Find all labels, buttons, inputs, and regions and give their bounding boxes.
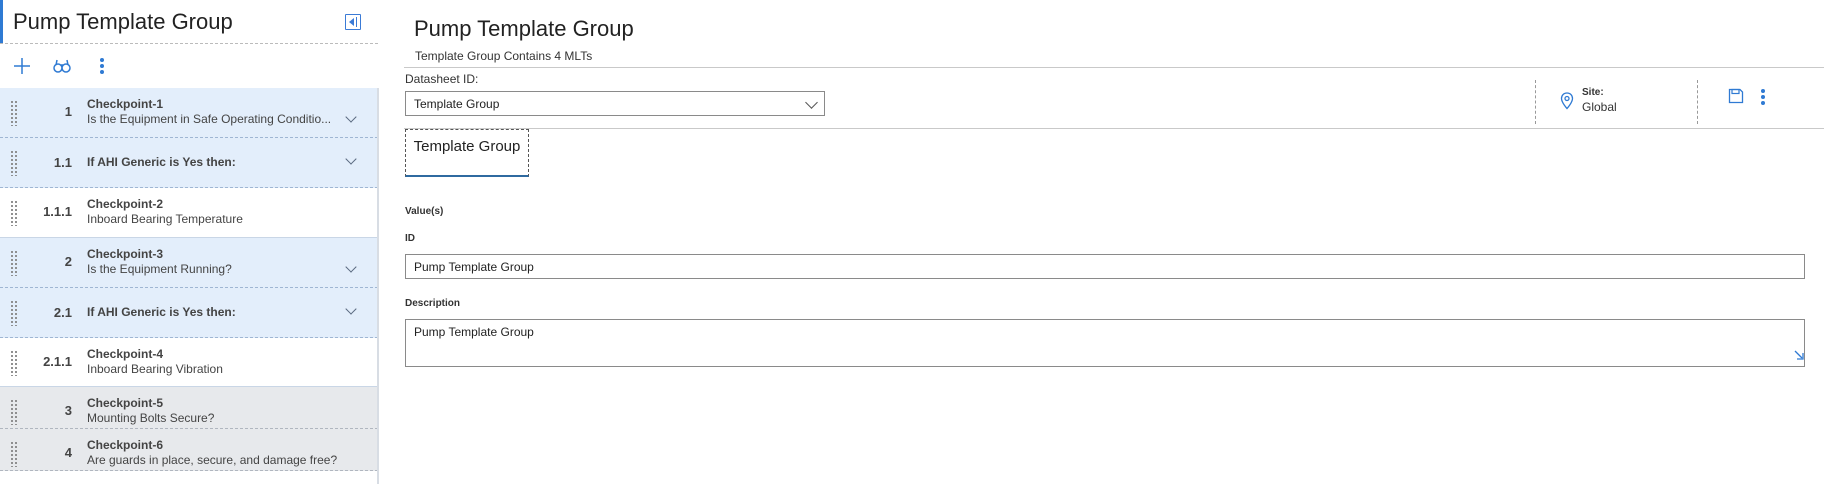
datasheet-select[interactable]: Template Group bbox=[405, 91, 825, 116]
checkpoint-description: Inboard Bearing Temperature bbox=[87, 212, 243, 226]
kebab-icon[interactable] bbox=[88, 52, 116, 80]
checkpoint-number: 2.1 bbox=[53, 305, 72, 320]
checkpoint-title: If AHI Generic is Yes then: bbox=[87, 305, 236, 319]
site-label: Site: bbox=[1582, 87, 1604, 98]
drag-handle-icon[interactable] bbox=[10, 350, 18, 376]
more-options-icon[interactable] bbox=[1753, 87, 1773, 107]
checkpoint-title: Checkpoint-5 bbox=[87, 396, 164, 410]
checkpoint-number: 2.1.1 bbox=[43, 354, 72, 369]
checkpoint-row[interactable]: 3 Checkpoint-5 Mounting Bolts Secure? bbox=[0, 387, 378, 429]
checkpoint-row[interactable]: 2.1.1 Checkpoint-4 Inboard Bearing Vibrati… bbox=[0, 338, 378, 387]
checkpoint-row[interactable]: 1.1.1 Checkpoint-2 Inboard Bearing Tempera… bbox=[0, 188, 378, 238]
plus-icon[interactable] bbox=[8, 52, 36, 80]
checkpoint-title: Checkpoint-2 bbox=[87, 197, 164, 211]
header-divider bbox=[404, 67, 1824, 68]
binoculars-icon[interactable] bbox=[48, 52, 76, 80]
title-accent-bar bbox=[0, 0, 3, 44]
chevron-down-icon[interactable] bbox=[345, 155, 357, 167]
drag-handle-icon[interactable] bbox=[10, 399, 18, 425]
checkpoint-row[interactable]: 1 Checkpoint-1 Is the Equipment in Safe Op… bbox=[0, 88, 378, 138]
save-icon[interactable] bbox=[1728, 88, 1744, 104]
checkpoint-row[interactable]: 2 Checkpoint-3 Is the Equipment Running? bbox=[0, 238, 378, 288]
checkpoint-title: Checkpoint-6 bbox=[87, 438, 164, 452]
drag-handle-icon[interactable] bbox=[10, 300, 18, 326]
checkpoint-row[interactable]: 4 Checkpoint-6 Are guards in place, secure… bbox=[0, 429, 378, 471]
id-label: ID bbox=[405, 233, 415, 244]
left-toolbar bbox=[0, 52, 378, 84]
separator bbox=[1535, 80, 1536, 124]
checkpoint-description: Inboard Bearing Vibration bbox=[87, 362, 223, 376]
main-panel: Pump Template Group Template Group Conta… bbox=[380, 0, 1833, 484]
chevron-down-icon[interactable] bbox=[345, 113, 357, 125]
drag-handle-icon[interactable] bbox=[10, 441, 18, 467]
tab-template-group[interactable]: Template Group bbox=[405, 129, 529, 177]
chevron-down-icon[interactable] bbox=[345, 263, 357, 275]
checkpoint-number: 1.1.1 bbox=[43, 204, 72, 219]
chevron-down-icon[interactable] bbox=[345, 305, 357, 317]
collapse-panel-icon[interactable] bbox=[345, 14, 361, 30]
checkpoint-title: If AHI Generic is Yes then: bbox=[87, 155, 236, 169]
checkpoint-number: 1 bbox=[64, 104, 72, 119]
checkpoint-title: Checkpoint-4 bbox=[87, 347, 164, 361]
separator bbox=[1697, 80, 1698, 124]
panel-edge bbox=[377, 88, 379, 484]
drag-handle-icon[interactable] bbox=[10, 250, 18, 276]
drag-handle-icon[interactable] bbox=[10, 200, 18, 226]
checkpoint-row[interactable]: 2.1 If AHI Generic is Yes then: bbox=[0, 288, 378, 338]
checkpoint-description: Mounting Bolts Secure? bbox=[87, 411, 215, 425]
page-subtitle: Template Group Contains 4 MLTs bbox=[415, 49, 593, 63]
checkpoint-description: Is the Equipment in Safe Operating Condi… bbox=[87, 112, 332, 126]
drag-handle-icon[interactable] bbox=[10, 150, 18, 176]
panel-title: Pump Template Group bbox=[13, 9, 233, 34]
description-field[interactable]: Pump Template Group bbox=[405, 319, 1805, 367]
id-field[interactable] bbox=[405, 254, 1805, 279]
datasheet-label: Datasheet ID: bbox=[405, 72, 479, 86]
site-value: Global bbox=[1582, 100, 1617, 114]
page-title: Pump Template Group bbox=[414, 16, 634, 41]
checkpoint-row[interactable]: 1.1 If AHI Generic is Yes then: bbox=[0, 138, 378, 188]
drag-handle-icon[interactable] bbox=[10, 100, 18, 126]
checkpoint-number: 4 bbox=[64, 445, 72, 460]
toolbar-divider bbox=[404, 128, 1824, 129]
datasheet-value: Template Group bbox=[414, 97, 500, 111]
values-section-label: Value(s) bbox=[405, 206, 444, 217]
checkpoint-title: Checkpoint-1 bbox=[87, 97, 164, 111]
checkpoint-number: 3 bbox=[64, 403, 72, 418]
title-divider bbox=[0, 43, 378, 44]
checkpoint-description: Is the Equipment Running? bbox=[87, 262, 232, 276]
chevron-down-icon bbox=[805, 96, 818, 109]
checkpoint-list: 1 Checkpoint-1 Is the Equipment in Safe Op… bbox=[0, 88, 378, 471]
checkpoint-title: Checkpoint-3 bbox=[87, 247, 164, 261]
description-label: Description bbox=[405, 298, 461, 309]
left-panel: Pump Template Group 1 Checkpoint-1 Is the … bbox=[0, 0, 379, 484]
checkpoint-description: Are guards in place, secure, and damage … bbox=[87, 453, 338, 467]
checkpoint-number: 2 bbox=[64, 254, 72, 269]
checkpoint-number: 1.1 bbox=[53, 155, 72, 170]
expand-field-icon[interactable] bbox=[1794, 350, 1804, 360]
location-pin-icon bbox=[1560, 92, 1574, 110]
